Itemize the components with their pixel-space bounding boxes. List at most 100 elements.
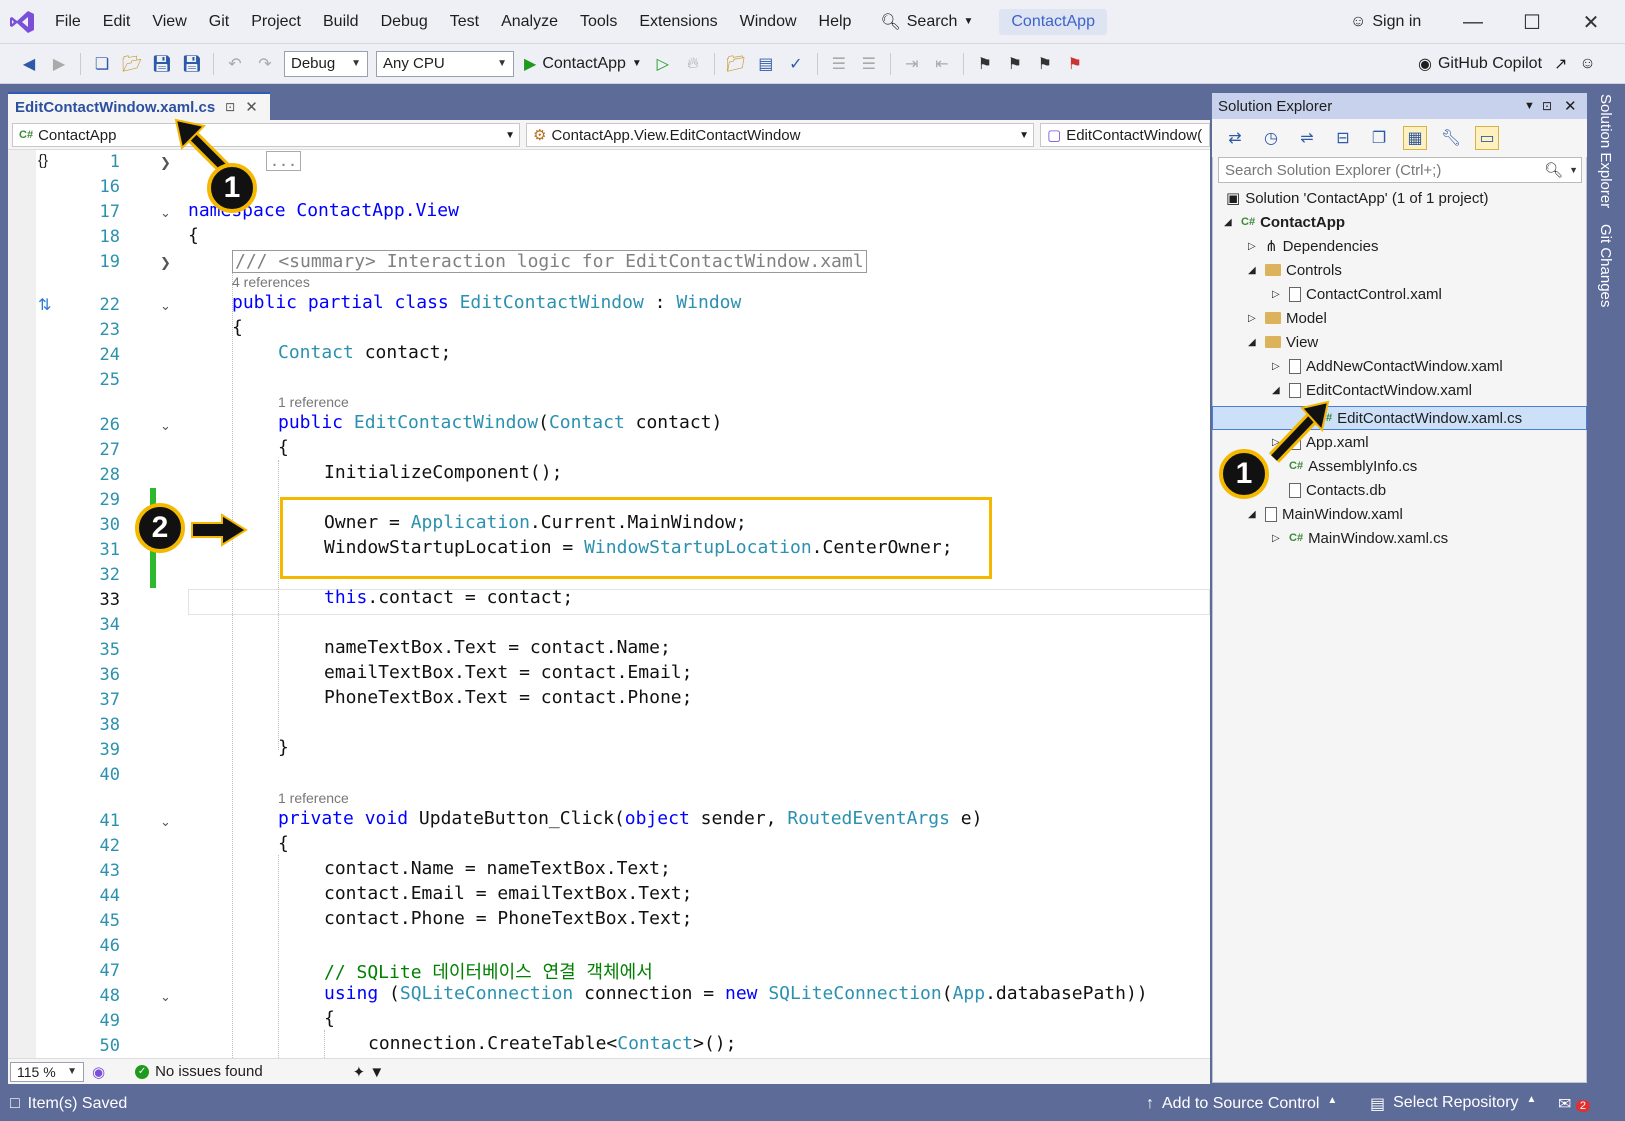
expand-icon[interactable]: ▷ (1248, 241, 1260, 252)
prev-bookmark-icon[interactable]: ⚑ (1003, 52, 1027, 76)
menu-file[interactable]: File (44, 0, 92, 44)
menu-git[interactable]: Git (198, 0, 240, 44)
collapse-icon[interactable]: ◢ (1224, 217, 1236, 228)
menu-help[interactable]: Help (808, 0, 863, 44)
type-dropdown[interactable]: ⚙ ContactApp.View.EditContactWindow ▼ (526, 123, 1034, 147)
redo-icon[interactable]: ↷ (253, 52, 277, 76)
tree-item-project[interactable]: ◢ C# ContactApp (1224, 210, 1345, 234)
undo-icon[interactable]: ↶ (223, 52, 247, 76)
expand-icon[interactable]: ❯ (160, 255, 171, 271)
menu-build[interactable]: Build (312, 0, 370, 44)
panel-menu-icon[interactable]: ▼ (1524, 100, 1535, 112)
preview-icon[interactable]: ▭ (1475, 126, 1499, 150)
collapsed-region[interactable]: ... (266, 151, 302, 171)
notifications-button[interactable]: ✉ 2 (1558, 1094, 1590, 1114)
sign-in-button[interactable]: ☺ Sign in (1350, 0, 1421, 44)
github-copilot-button[interactable]: ◉ GitHub Copilot ↗ ☺ (1418, 44, 1596, 84)
code-cleanup-icon[interactable]: ✦ ▼ (353, 1063, 385, 1081)
folder-icon[interactable]: 📁︎ (724, 52, 748, 76)
issues-status[interactable]: No issues found (155, 1063, 263, 1080)
override-marker-icon[interactable]: ⇅ (38, 295, 51, 315)
start-debugging-button[interactable]: ▶ ContactApp ▼ (524, 54, 642, 74)
tree-item-dependencies[interactable]: ▷ ⋔ Dependencies (1248, 234, 1378, 258)
filter-icon[interactable]: ▦ (1403, 126, 1427, 150)
maximize-button[interactable]: ☐ (1505, 0, 1559, 44)
properties-icon[interactable]: 🔧︎ (1439, 126, 1463, 150)
outdent-icon[interactable]: ⇤ (930, 52, 954, 76)
codelens-references[interactable]: 4 references (232, 274, 310, 290)
side-tab-git-changes[interactable]: Git Changes (1597, 224, 1614, 307)
tree-item-solution[interactable]: ▣ Solution 'ContactApp' (1 of 1 project) (1226, 186, 1489, 210)
search-button[interactable]: 🔍︎ Search ▼ (868, 12, 985, 32)
close-tab-icon[interactable]: ✕ (245, 98, 258, 116)
collapsed-summary-comment[interactable]: /// <summary> Interaction logic for Edit… (232, 250, 867, 273)
close-panel-icon[interactable]: ✕ (1564, 97, 1577, 115)
codelens-references[interactable]: 1 reference (278, 394, 349, 410)
clear-bookmarks-icon[interactable]: ⚑ (1063, 52, 1087, 76)
menu-edit[interactable]: Edit (92, 0, 142, 44)
expand-icon[interactable]: ▷ (1272, 361, 1284, 372)
side-tab-solution-explorer[interactable]: Solution Explorer (1597, 94, 1614, 208)
uncomment-icon[interactable]: ☰ (857, 52, 881, 76)
tree-item-mainwindow[interactable]: ◢ MainWindow.xaml (1248, 502, 1403, 526)
tree-item-controls[interactable]: ◢ Controls (1248, 258, 1342, 282)
menu-test[interactable]: Test (439, 0, 490, 44)
open-folder-icon[interactable]: 📂︎ (120, 52, 144, 76)
pending-changes-icon[interactable]: ◷ (1259, 126, 1283, 150)
menu-project[interactable]: Project (240, 0, 312, 44)
select-repository-button[interactable]: ▤ Select Repository ▲ (1370, 1094, 1536, 1114)
menu-extensions[interactable]: Extensions (628, 0, 728, 44)
show-all-files-icon[interactable]: ❐ (1367, 126, 1391, 150)
copilot-status-icon[interactable]: ◉ (92, 1063, 105, 1081)
spellcheck-icon[interactable]: ✓ (784, 52, 808, 76)
visual-studio-logo-icon[interactable] (0, 0, 44, 44)
project-dropdown[interactable]: C# ContactApp ▼ (12, 123, 520, 147)
menu-tools[interactable]: Tools (569, 0, 628, 44)
expand-icon[interactable]: ▷ (1272, 533, 1284, 544)
collapse-icon[interactable]: ◢ (1248, 337, 1260, 348)
pin-icon[interactable]: ⊡ (225, 100, 235, 114)
minimize-button[interactable]: — (1446, 0, 1500, 44)
save-icon[interactable]: 💾︎ (150, 52, 174, 76)
tree-item-contactcontrol[interactable]: ▷ ContactControl.xaml (1272, 282, 1442, 306)
tree-item-contactsdb[interactable]: Contacts.db (1272, 478, 1386, 502)
bookmark-icon[interactable]: ⚑ (973, 52, 997, 76)
configuration-select[interactable]: Debug ▼ (284, 50, 368, 77)
tree-item-editcontact-cs[interactable]: C# EditContactWindow.xaml.cs (1318, 406, 1522, 430)
collapse-icon[interactable]: ⌄ (160, 989, 171, 1005)
collapse-icon[interactable]: ⌄ (160, 418, 171, 434)
layout-icon[interactable]: ▤ (754, 52, 778, 76)
feedback-icon[interactable]: ☺ (1579, 55, 1595, 73)
forward-icon[interactable]: ▶ (47, 52, 71, 76)
zoom-select[interactable]: 115 % ▼ (10, 1061, 84, 1082)
expand-icon[interactable]: ▷ (1248, 313, 1260, 324)
close-button[interactable]: ✕ (1564, 0, 1618, 44)
sync-icon[interactable]: ⇌ (1295, 126, 1319, 150)
tree-item-editcontact[interactable]: ◢ EditContactWindow.xaml (1272, 378, 1472, 402)
platform-select[interactable]: Any CPU ▼ (376, 50, 514, 77)
document-tab[interactable]: EditContactWindow.xaml.cs ⊡ ✕ (8, 92, 270, 120)
share-icon[interactable]: ↗ (1554, 54, 1567, 74)
tree-item-model[interactable]: ▷ Model (1248, 306, 1327, 330)
collapse-icon[interactable]: ⌄ (160, 205, 171, 221)
switch-views-icon[interactable]: ⇄ (1223, 126, 1247, 150)
tree-item-mainwindow-cs[interactable]: ▷ C# MainWindow.xaml.cs (1272, 526, 1448, 550)
tree-item-addnewcontact[interactable]: ▷ AddNewContactWindow.xaml (1272, 354, 1503, 378)
menu-debug[interactable]: Debug (370, 0, 439, 44)
collapse-icon[interactable]: ◢ (1248, 265, 1260, 276)
solution-search-input[interactable]: Search Solution Explorer (Ctrl+;) 🔍︎ ▼ (1218, 157, 1582, 183)
collapse-icon[interactable]: ⌄ (160, 814, 171, 830)
tree-item-view[interactable]: ◢ View (1248, 330, 1318, 354)
menu-analyze[interactable]: Analyze (490, 0, 569, 44)
member-dropdown[interactable]: ▢ EditContactWindow( (1040, 123, 1210, 147)
indent-icon[interactable]: ⇥ (900, 52, 924, 76)
collapse-all-icon[interactable]: ⊟ (1331, 126, 1355, 150)
save-all-icon[interactable]: 💾︎ (180, 52, 204, 76)
back-icon[interactable]: ◀ (17, 52, 41, 76)
menu-window[interactable]: Window (729, 0, 808, 44)
next-bookmark-icon[interactable]: ⚑ (1033, 52, 1057, 76)
new-project-icon[interactable]: ❏ (90, 52, 114, 76)
collapse-icon[interactable]: ◢ (1248, 509, 1260, 520)
hot-reload-icon[interactable]: 🔥︎ (681, 52, 705, 76)
collapse-icon[interactable]: ◢ (1272, 385, 1284, 396)
